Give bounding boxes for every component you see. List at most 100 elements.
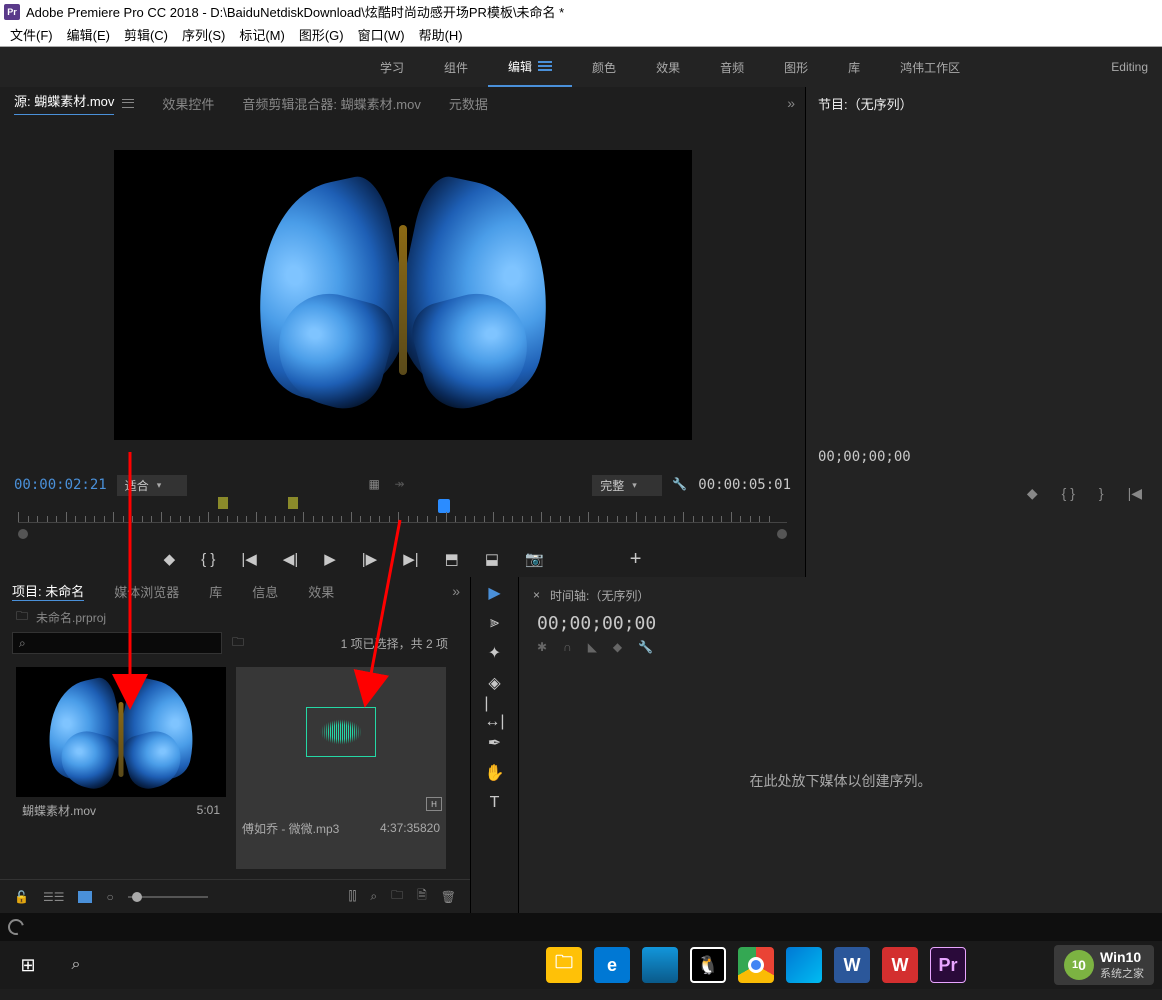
step-icon[interactable]: ↠ [395, 477, 411, 493]
file-explorer-icon[interactable]: 🗀 [546, 947, 582, 983]
tab-info[interactable]: 信息 [252, 582, 278, 601]
titlebar: Pr Adobe Premiere Pro CC 2018 - D:\Baidu… [0, 0, 1162, 23]
wps-icon[interactable]: W [882, 947, 918, 983]
close-icon[interactable]: × [533, 588, 540, 602]
zoom-slider[interactable] [128, 896, 208, 898]
tab-library[interactable]: 库 [209, 582, 222, 601]
play-icon[interactable]: ▶ [324, 550, 336, 568]
menu-file[interactable]: 文件(F) [10, 25, 53, 44]
goto-in-icon[interactable]: |◀ [241, 550, 256, 568]
marker-icon[interactable] [288, 497, 298, 509]
program-timecode[interactable]: 00;00;00;00 [818, 449, 1162, 465]
type-tool-icon[interactable]: T [485, 793, 505, 813]
qq-icon[interactable]: 🐧 [690, 947, 726, 983]
chevron-right-icon[interactable]: » [787, 95, 795, 111]
razor-tool-icon[interactable]: ◈ [485, 673, 505, 693]
slip-tool-icon[interactable]: |↔| [485, 703, 505, 723]
source-ruler[interactable] [18, 503, 787, 523]
menu-help[interactable]: 帮助(H) [419, 25, 463, 44]
tab-media-browser[interactable]: 媒体浏览器 [114, 582, 179, 601]
settings-icon[interactable]: ▦ [369, 477, 385, 493]
menu-window[interactable]: 窗口(W) [358, 25, 405, 44]
ws-learn[interactable]: 学习 [360, 47, 424, 87]
marker-icon[interactable] [218, 497, 228, 509]
sort-icon[interactable]: ⫿⫿ [349, 889, 357, 904]
word-icon[interactable]: W [834, 947, 870, 983]
clip-video[interactable]: 蝴蝶素材.mov 5:01 [16, 667, 226, 869]
insert-icon[interactable]: ⬒ [445, 550, 459, 568]
mark-in-icon[interactable]: ◆ [164, 550, 176, 568]
new-bin-icon[interactable]: 🗀 [391, 886, 403, 907]
hamburger-icon[interactable] [122, 99, 134, 108]
bracket-icon[interactable]: } [1099, 485, 1104, 502]
link-icon[interactable]: ∩ [563, 640, 572, 654]
tag-icon[interactable]: ◆ [613, 640, 622, 654]
tab-effect-controls[interactable]: 效果控件 [162, 94, 214, 113]
hand-tool-icon[interactable]: ✋ [485, 763, 505, 783]
start-button[interactable]: ⊞ [8, 945, 48, 985]
tab-source[interactable]: 源: 蝴蝶素材.mov [14, 91, 114, 115]
export-frame-icon[interactable]: 📷 [525, 550, 544, 568]
snap-icon[interactable]: ✱ [537, 640, 547, 654]
fit-dropdown[interactable]: 适合▾ [117, 475, 187, 496]
menu-marker[interactable]: 标记(M) [239, 25, 285, 44]
source-preview[interactable] [0, 119, 805, 471]
ws-color[interactable]: 颜色 [572, 47, 636, 87]
tab-metadata[interactable]: 元数据 [449, 94, 488, 113]
edge-legacy-icon[interactable]: e [594, 947, 630, 983]
tab-project[interactable]: 项目: 未命名 [12, 581, 84, 601]
tab-audio-mixer[interactable]: 音频剪辑混合器: 蝴蝶素材.mov [242, 94, 420, 113]
trash-icon[interactable]: 🗑 [441, 890, 456, 904]
timeline-timecode[interactable]: 00;00;00;00 [537, 613, 1148, 634]
mark-in-icon[interactable]: ◆ [1027, 485, 1038, 502]
ws-assembly[interactable]: 组件 [424, 47, 488, 87]
icon-view-icon[interactable] [78, 891, 92, 903]
selection-tool-icon[interactable]: ▶ [485, 583, 505, 603]
timeline-drop-hint[interactable]: 在此处放下媒体以创建序列。 [533, 654, 1148, 907]
ripple-tool-icon[interactable]: ✦ [485, 643, 505, 663]
premiere-icon[interactable]: Pr [930, 947, 966, 983]
pen-tool-icon[interactable]: ✒ [485, 733, 505, 753]
list-view-icon[interactable]: ☰☰ [43, 890, 65, 904]
marker-tool-icon[interactable]: ◣ [588, 640, 597, 654]
search-input[interactable]: ⌕ [12, 632, 222, 654]
clip-audio[interactable]: H 傅如乔 - 微微.mp3 4:37:35820 [236, 667, 446, 869]
menu-graphics[interactable]: 图形(G) [299, 25, 344, 44]
goto-out-icon[interactable]: ▶| [403, 550, 418, 568]
track-select-tool-icon[interactable]: ⫸ [485, 613, 505, 633]
source-scrollbar[interactable] [18, 527, 787, 541]
playhead-icon[interactable] [438, 499, 450, 513]
qq-browser-icon[interactable] [642, 947, 678, 983]
step-forward-icon[interactable]: |▶ [362, 550, 377, 568]
edge-icon[interactable] [786, 947, 822, 983]
menu-sequence[interactable]: 序列(S) [182, 25, 225, 44]
brackets-icon[interactable]: { } [1062, 485, 1075, 502]
new-item-icon[interactable]: 🗎 [417, 886, 427, 907]
creative-cloud-icon[interactable] [5, 916, 27, 938]
chevron-right-icon[interactable]: » [452, 583, 460, 599]
wrench-icon[interactable]: 🔧 [672, 477, 688, 493]
ws-edit[interactable]: 编辑 [488, 47, 572, 87]
ws-graphics[interactable]: 图形 [764, 47, 828, 87]
chrome-icon[interactable] [738, 947, 774, 983]
ws-custom[interactable]: 鸿伟工作区 [880, 47, 980, 87]
taskbar-search-icon[interactable]: ⌕ [56, 956, 96, 974]
find-icon[interactable]: ⌕ [370, 889, 377, 904]
bin-icon[interactable]: 🗀 [232, 633, 244, 654]
mark-out-icon[interactable]: { } [201, 551, 215, 568]
wrench-icon[interactable]: 🔧 [638, 640, 653, 654]
menu-clip[interactable]: 剪辑(C) [124, 25, 168, 44]
tab-effects[interactable]: 效果 [308, 582, 334, 601]
ws-audio[interactable]: 音频 [700, 47, 764, 87]
menu-edit[interactable]: 编辑(E) [67, 25, 110, 44]
quality-dropdown[interactable]: 完整▾ [592, 475, 662, 496]
lock-icon[interactable]: 🔓 [14, 890, 29, 904]
add-button-icon[interactable]: + [630, 548, 642, 571]
step-back-icon[interactable]: ◀| [283, 550, 298, 568]
goto-icon[interactable]: |◀ [1128, 485, 1142, 502]
source-timecode-left[interactable]: 00:00:02:21 [14, 477, 107, 493]
overwrite-icon[interactable]: ⬓ [485, 550, 499, 568]
ws-effects[interactable]: 效果 [636, 47, 700, 87]
ws-library[interactable]: 库 [828, 47, 880, 87]
freeform-view-icon[interactable]: ○ [106, 890, 113, 904]
